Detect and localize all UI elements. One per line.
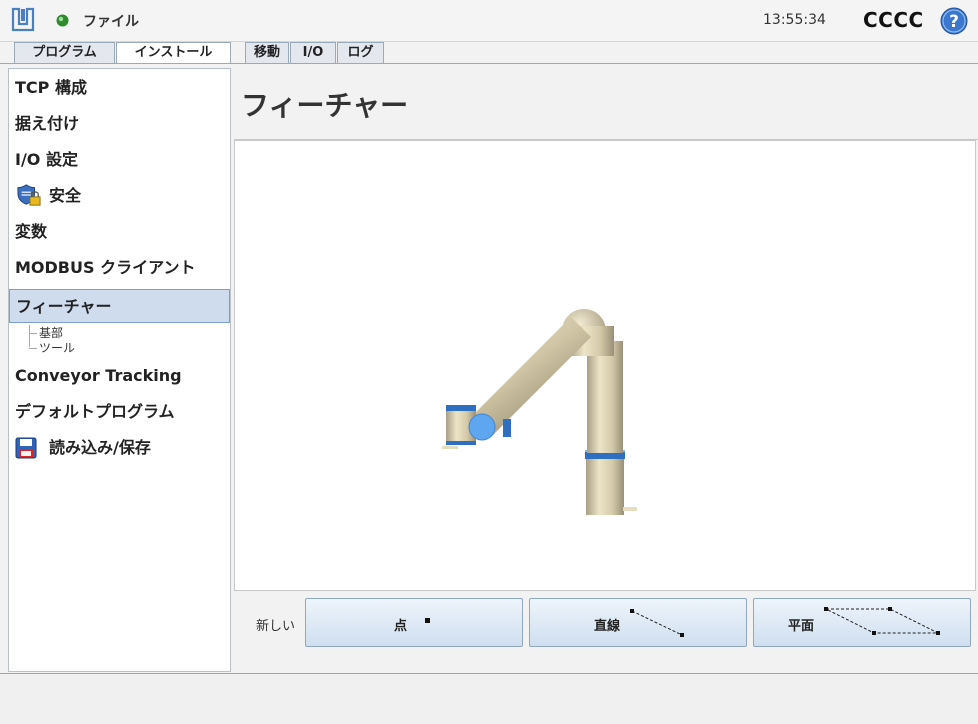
- file-menu[interactable]: ファイル: [83, 11, 139, 31]
- ur-logo-icon: [11, 7, 35, 32]
- add-plane-button[interactable]: 平面: [753, 598, 971, 647]
- tab-log[interactable]: ログ: [337, 42, 384, 64]
- sidebar-item-safety[interactable]: 安全: [9, 179, 230, 213]
- sidebar-item-tcp[interactable]: TCP 構成: [9, 71, 230, 105]
- shield-lock-icon: [17, 184, 41, 206]
- robot-name: CCCC: [863, 8, 924, 32]
- robot-lower-arm: [587, 341, 623, 453]
- plane-icon: [824, 607, 940, 635]
- sidebar-subitem-tool[interactable]: ツール: [9, 341, 75, 356]
- sidebar-item-features[interactable]: フィーチャー: [9, 289, 230, 323]
- sidebar-item-conveyor-tracking[interactable]: Conveyor Tracking: [9, 359, 230, 393]
- help-icon[interactable]: ?: [940, 7, 968, 35]
- top-bar: ファイル 13:55:34 CCCC ?: [0, 0, 978, 42]
- add-point-button[interactable]: 点: [305, 598, 523, 647]
- sidebar-item-modbus[interactable]: MODBUS クライアント: [9, 251, 230, 285]
- sidebar-item-label: 読み込み/保存: [49, 438, 151, 457]
- status-indicator-icon: [56, 14, 69, 27]
- button-label: 直線: [594, 619, 621, 634]
- robot-arm-model: [442, 309, 637, 515]
- new-feature-label: 新しい: [256, 619, 296, 634]
- sidebar-item-label: 安全: [49, 186, 82, 205]
- sidebar-item-variables[interactable]: 変数: [9, 215, 230, 249]
- tab-installation[interactable]: インストール: [116, 42, 231, 64]
- button-label: 点: [394, 619, 408, 634]
- robot-3d-view[interactable]: [234, 140, 976, 591]
- robot-tcp-ball: [468, 413, 496, 441]
- sidebar-item-load-save[interactable]: 読み込み/保存: [9, 431, 230, 465]
- sidebar: TCP 構成 据え付け I/O 設定 安全 変数 MODBUS クライアント フ…: [8, 68, 231, 672]
- sidebar-item-io-setup[interactable]: I/O 設定: [9, 143, 230, 177]
- page-title: フィーチャー: [241, 89, 409, 122]
- sidebar-item-default-program[interactable]: デフォルトプログラム: [9, 395, 230, 429]
- sidebar-item-mounting[interactable]: 据え付け: [9, 107, 230, 141]
- robot-base: [586, 459, 624, 515]
- floppy-icon: [15, 437, 37, 459]
- button-label: 平面: [788, 619, 815, 634]
- tab-program[interactable]: プログラム: [14, 42, 115, 64]
- svg-text:?: ?: [949, 12, 959, 32]
- tab-io[interactable]: I/O: [290, 42, 336, 64]
- footer: [0, 674, 978, 724]
- add-line-button[interactable]: 直線: [529, 598, 747, 647]
- sidebar-subitem-base[interactable]: 基部: [9, 326, 63, 341]
- clock: 13:55:34: [763, 12, 826, 28]
- tab-move[interactable]: 移動: [245, 42, 289, 64]
- tab-divider: [0, 63, 978, 64]
- line-icon: [630, 609, 684, 637]
- point-icon: [425, 618, 430, 623]
